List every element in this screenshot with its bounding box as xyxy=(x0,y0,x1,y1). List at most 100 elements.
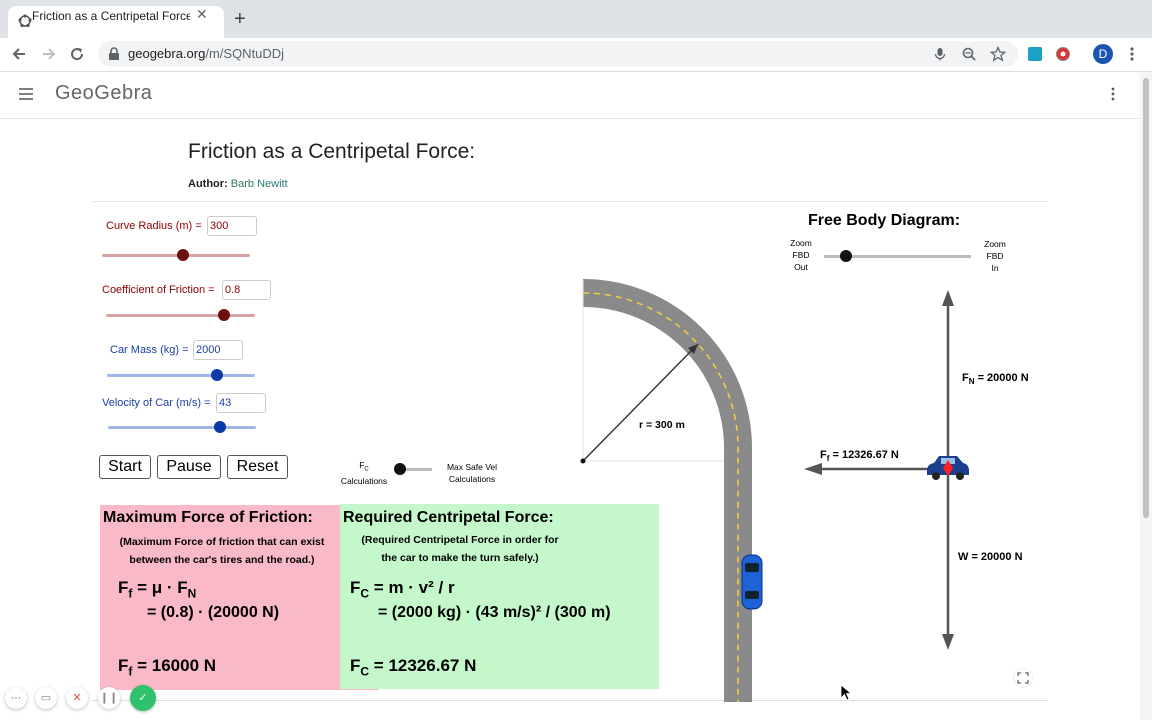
recorder-camera-icon[interactable]: ▭ xyxy=(35,687,57,709)
mass-slider-handle[interactable] xyxy=(210,369,223,381)
fc-eq1: = m · v² / r xyxy=(373,578,455,597)
ff-fbd-value: = 12326.67 N xyxy=(832,449,899,461)
url-path: /m/SQNtuDDj xyxy=(205,46,285,61)
zoom-icon[interactable] xyxy=(962,47,976,61)
ff-fbd-subscript: f xyxy=(826,454,830,464)
fullscreen-icon[interactable] xyxy=(1013,668,1033,688)
ff-result-symbol: F xyxy=(118,656,129,675)
recorder-more-icon[interactable]: ⋯ xyxy=(5,687,27,709)
mode-toggle-handle[interactable] xyxy=(394,463,406,475)
friction-equation-line2: = (0.8) · (20000 N) xyxy=(147,604,280,621)
site-header xyxy=(0,72,1140,119)
centripetal-heading: Required Centripetal Force: xyxy=(343,509,554,526)
reload-icon[interactable] xyxy=(69,46,85,62)
velocity-label: Velocity of Car (m/s) = xyxy=(102,397,211,409)
friction-force-label: Ff = 12326.67 N xyxy=(820,449,899,463)
geogebra-favicon-icon xyxy=(18,14,32,28)
microphone-icon[interactable] xyxy=(934,47,946,61)
mass-slider-track[interactable] xyxy=(107,374,255,377)
normal-force-label: FN = 20000 N xyxy=(962,372,1029,386)
extension-camera-icon[interactable] xyxy=(1028,47,1042,61)
road-curve xyxy=(580,279,752,702)
velocity-slider-handle[interactable] xyxy=(214,421,227,433)
zoom-in-line1: Zoom xyxy=(984,239,1006,249)
friction-coefficient-input[interactable]: 0.8 xyxy=(222,280,271,300)
friction-slider-track[interactable] xyxy=(106,314,255,317)
radius-label: Curve Radius (m) = xyxy=(106,220,202,232)
max-safe-vel-label: Max Safe Vel Calculations xyxy=(440,461,504,485)
zoom-in-line2: FBD xyxy=(986,251,1004,261)
author-label: Author: xyxy=(188,178,228,190)
recorder-finish-icon[interactable]: ✓ xyxy=(130,685,156,711)
friction-coefficient-label: Coefficient of Friction = xyxy=(102,284,215,296)
recorder-cancel-icon[interactable]: ✕ xyxy=(66,687,88,709)
radius-slider-handle[interactable] xyxy=(177,249,190,261)
zoom-out-line2: FBD xyxy=(792,250,810,260)
fn-label-subscript: N xyxy=(968,377,975,387)
friction-heading: Maximum Force of Friction: xyxy=(103,509,313,526)
extension-record-icon[interactable] xyxy=(1056,47,1070,61)
hamburger-menu-icon[interactable] xyxy=(19,88,33,100)
forward-arrow-icon[interactable] xyxy=(41,46,57,62)
car-mass-input[interactable]: 2000 xyxy=(193,340,243,360)
ff-eq1: = μ · F xyxy=(137,578,188,597)
centripetal-equation-line2: = (2000 kg) · (43 m/s)² / (300 m) xyxy=(378,604,611,621)
fc-result-subscript: C xyxy=(360,664,370,679)
friction-desc-line2: between the car's tires and the road.) xyxy=(129,554,315,566)
tab-title: Friction as a Centripetal Force xyxy=(32,9,190,23)
site-more-menu-icon[interactable] xyxy=(1109,87,1117,101)
car-on-road-icon xyxy=(741,554,763,610)
divider-top xyxy=(92,201,1048,202)
fc-calculations-word: Calculations xyxy=(340,475,388,486)
tab-close-icon[interactable]: ✕ xyxy=(196,6,208,23)
centripetal-description: (Required Centripetal Force in order for… xyxy=(342,531,578,567)
velocity-input[interactable]: 43 xyxy=(216,393,266,413)
ff-subscript: f xyxy=(128,586,133,601)
url-text[interactable]: geogebra.org/m/SQNtuDDj xyxy=(128,46,284,61)
ff-result-value: = 16000 N xyxy=(137,656,217,675)
pause-button[interactable]: Pause xyxy=(157,455,221,479)
start-button[interactable]: Start xyxy=(99,455,151,479)
friction-description: (Maximum Force of friction that can exis… xyxy=(104,533,340,569)
fn-value: = 20000 N xyxy=(977,372,1029,384)
fn-subscript: N xyxy=(187,586,197,601)
author-link[interactable]: Barb Newitt xyxy=(231,178,288,190)
fc-eq-symbol: F xyxy=(350,578,361,597)
fbd-zoom-handle[interactable] xyxy=(840,250,853,262)
fbd-title: Free Body Diagram: xyxy=(808,212,961,229)
centripetal-result: FC = 12326.67 N xyxy=(350,656,476,678)
zoom-fbd-out-label: Zoom FBD Out xyxy=(784,237,818,273)
url-domain: geogebra.org xyxy=(128,46,206,61)
recorder-pause-icon[interactable]: ❙❙ xyxy=(98,687,120,709)
page-title: Friction as a Centripetal Force: xyxy=(188,140,476,163)
friction-result: Ff = 16000 N xyxy=(118,656,216,678)
centripetal-desc-line2: the car to make the turn safely.) xyxy=(381,552,539,564)
browser-menu-icon[interactable] xyxy=(1128,46,1136,62)
fc-calculations-label: FC Calculations xyxy=(340,460,388,487)
scrollbar-thumb[interactable] xyxy=(1143,78,1149,518)
friction-slider-handle[interactable] xyxy=(217,309,230,321)
new-tab-button[interactable]: + xyxy=(234,8,246,31)
fbd-car-icon xyxy=(927,456,969,480)
radius-slider-track[interactable] xyxy=(102,254,250,257)
lock-icon[interactable] xyxy=(108,47,120,61)
geogebra-logo[interactable]: GeoGebra xyxy=(55,82,152,105)
fc-result-symbol: F xyxy=(350,656,361,675)
fc-subscript: C xyxy=(364,466,369,473)
mouse-cursor-icon xyxy=(840,684,852,701)
divider-bottom xyxy=(92,700,1048,701)
profile-avatar[interactable]: D xyxy=(1093,44,1113,64)
reset-button[interactable]: Reset xyxy=(227,455,288,479)
author-line: Author: Barb Newitt xyxy=(188,178,288,190)
zoom-fbd-in-label: Zoom FBD In xyxy=(978,238,1012,274)
ff-fbd-symbol: F xyxy=(820,449,827,461)
ff-result-subscript: f xyxy=(128,664,133,679)
bookmark-star-icon[interactable] xyxy=(990,46,1006,62)
back-arrow-icon[interactable] xyxy=(11,46,27,62)
radius-input[interactable]: 300 xyxy=(207,216,257,236)
friction-equation-line1: Ff = μ · FN xyxy=(118,578,196,600)
zoom-in-line3: In xyxy=(991,263,999,273)
velocity-slider-track[interactable] xyxy=(108,426,256,429)
ff-symbol: F xyxy=(118,578,129,597)
weight-label: W = 20000 N xyxy=(958,551,1023,563)
